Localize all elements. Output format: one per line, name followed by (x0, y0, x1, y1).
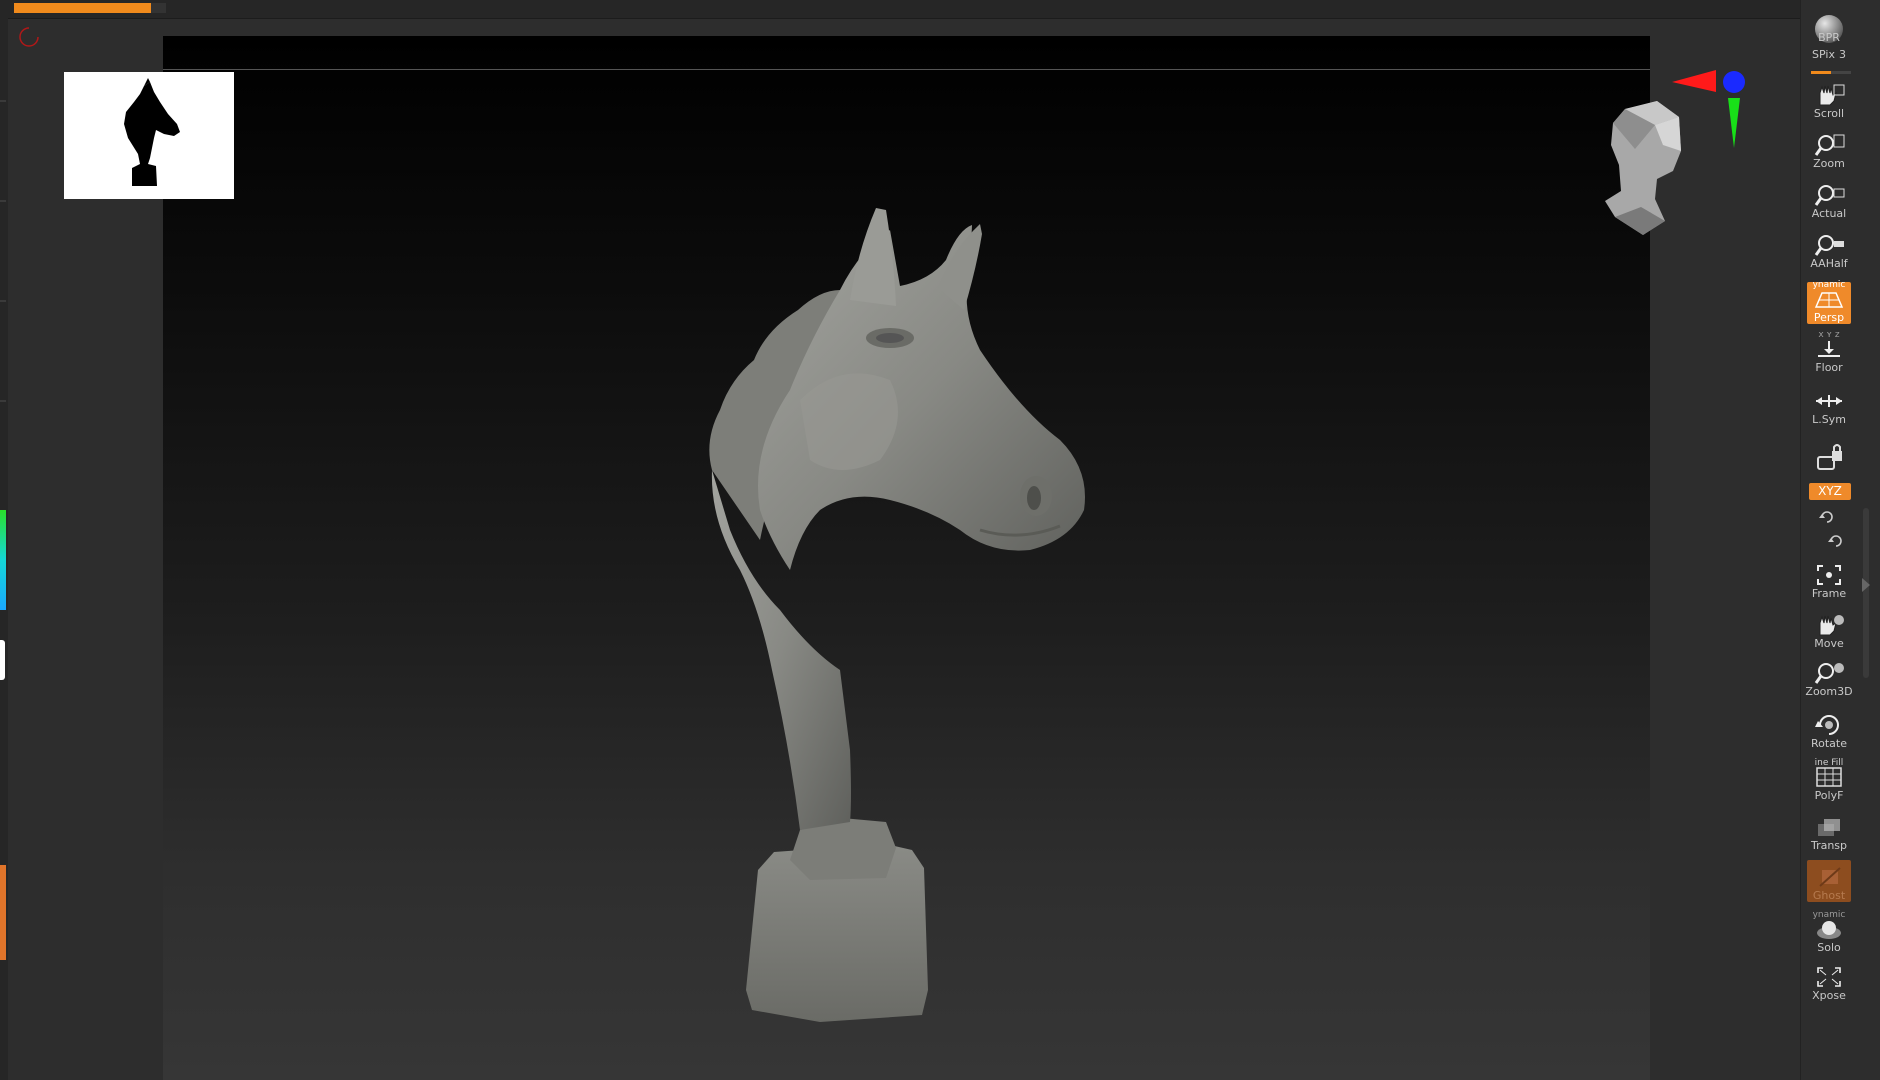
bpr-button[interactable]: BPR (1807, 2, 1851, 44)
white-swatch[interactable] (0, 640, 5, 680)
horse-head-silhouette-icon (124, 78, 180, 186)
thumbnail-preview[interactable] (64, 72, 234, 199)
hand-scroll-icon (1812, 83, 1846, 107)
floor-label: Floor (1815, 361, 1843, 374)
perspective-grid-icon (1812, 287, 1846, 311)
aahalf-button[interactable]: AAHalf (1807, 228, 1851, 270)
polyf-sup-label: ine Fill (1814, 758, 1844, 768)
zoom-button[interactable]: Zoom (1807, 128, 1851, 170)
color-indicator (0, 510, 6, 610)
ghost-label: Ghost (1812, 889, 1846, 902)
frame-button[interactable]: Frame (1807, 558, 1851, 600)
xyz-label: XYZ (1818, 484, 1842, 498)
persp-button[interactable]: ynamic Persp (1807, 280, 1851, 324)
move-button[interactable]: Move (1807, 608, 1851, 650)
orange-swatch[interactable] (0, 865, 6, 960)
tray-divider (0, 300, 6, 302)
solo-button[interactable]: ynamic Solo (1807, 910, 1851, 954)
rotate-z-axis-icon[interactable] (1827, 532, 1845, 550)
frame-label: Frame (1811, 587, 1847, 600)
xyz-symmetry-button[interactable]: XYZ (1809, 483, 1851, 500)
progress-fill (14, 3, 151, 13)
horse-bust-model[interactable] (690, 110, 1190, 1030)
actual-size-icon (1812, 183, 1846, 207)
xpose-arrows-icon (1812, 965, 1846, 989)
spix-slider-fill (1811, 71, 1831, 74)
lsym-label: L.Sym (1812, 413, 1846, 426)
rotate-button[interactable]: Rotate (1807, 708, 1851, 750)
spix-slider[interactable]: SPix 3 (1807, 48, 1851, 70)
canvas-top-edge (163, 69, 1650, 70)
local-symmetry-icon (1812, 389, 1846, 413)
xpose-label: Xpose (1812, 989, 1846, 1002)
aahalf-icon (1812, 233, 1846, 257)
loading-spinner-icon (19, 27, 39, 47)
ghost-icon (1812, 865, 1846, 889)
lock-camera-button[interactable] (1807, 432, 1851, 470)
xyz-axis-gizmo-icon[interactable] (1670, 68, 1750, 150)
right-shelf: BPR SPix 3 Scroll Zoom Actual AAHalf yna… (1800, 0, 1880, 1080)
solo-sup-label: ynamic (1812, 910, 1846, 920)
solo-label: Solo (1817, 941, 1841, 954)
actual-label: Actual (1811, 207, 1847, 220)
floor-sup-label: x ʏ z (1818, 330, 1840, 340)
frame-corners-icon (1812, 563, 1846, 587)
zbrush-window: BPR SPix 3 Scroll Zoom Actual AAHalf yna… (0, 0, 1880, 1080)
zoom3d-button[interactable]: Zoom3D (1805, 656, 1853, 698)
floor-button[interactable]: x ʏ z Floor (1807, 330, 1851, 374)
ghost-button[interactable]: Ghost (1807, 860, 1851, 902)
spix-value: 3 (1838, 48, 1846, 61)
rotate-y-axis-icon[interactable] (1818, 508, 1836, 526)
solo-icon (1812, 917, 1846, 941)
magnifier-zoom-icon (1812, 133, 1846, 157)
persp-label: Persp (1813, 311, 1845, 324)
scroll-label: Scroll (1813, 107, 1845, 120)
zoom-label: Zoom (1813, 157, 1845, 170)
persp-sup-label: ynamic (1812, 280, 1846, 290)
floor-grid-icon (1812, 337, 1846, 361)
zoom3d-label: Zoom3D (1805, 685, 1853, 698)
scroll-button[interactable]: Scroll (1807, 78, 1851, 120)
lsym-button[interactable]: L.Sym (1807, 384, 1851, 426)
shelf-scrollbar[interactable] (1863, 508, 1869, 678)
lock-camera-icon (1812, 444, 1846, 470)
polyf-label: PolyF (1814, 789, 1844, 802)
transparency-icon (1812, 815, 1846, 839)
transp-button[interactable]: Transp (1807, 810, 1851, 852)
progress-bar (14, 3, 166, 13)
aahalf-label: AAHalf (1810, 257, 1848, 270)
rotate-3d-icon (1812, 713, 1846, 737)
tray-divider (0, 200, 6, 202)
actual-button[interactable]: Actual (1807, 178, 1851, 220)
rotate-label: Rotate (1810, 737, 1847, 750)
top-progress-strip (0, 0, 1800, 19)
hand-move-icon (1812, 613, 1846, 637)
bpr-label: BPR (1818, 31, 1840, 44)
shelf-expand-arrow-icon[interactable] (1862, 578, 1870, 592)
spix-slider-track[interactable] (1811, 71, 1851, 74)
spix-label: SPix (1812, 48, 1835, 61)
zoom-3d-icon (1812, 661, 1846, 685)
tray-divider (0, 400, 6, 402)
transp-label: Transp (1810, 839, 1848, 852)
polyf-button[interactable]: ine Fill PolyF (1807, 758, 1851, 802)
polyframe-grid-icon (1812, 765, 1846, 789)
move-label: Move (1814, 637, 1844, 650)
xpose-button[interactable]: Xpose (1807, 960, 1851, 1002)
tray-divider (0, 100, 6, 102)
